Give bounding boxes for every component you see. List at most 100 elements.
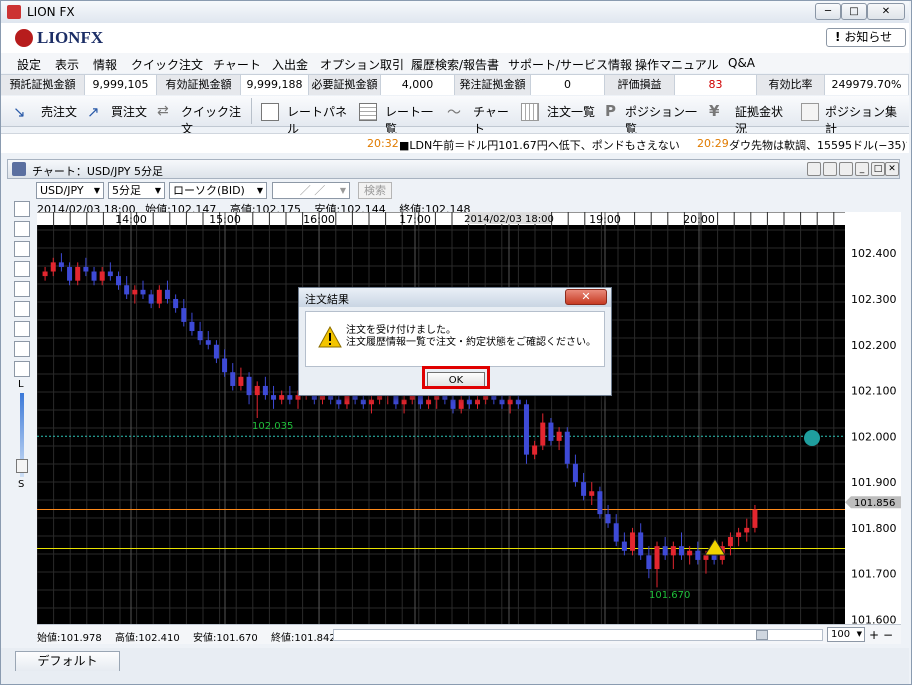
candle: [271, 395, 277, 400]
zoom-select[interactable]: 100 ▼: [827, 627, 865, 642]
candle: [132, 289, 138, 295]
print-icon[interactable]: [14, 341, 30, 357]
position-list-button[interactable]: P ポジション一覧: [601, 98, 701, 136]
buy-order-button[interactable]: ↗ 買注文: [83, 98, 153, 124]
quick-order-button[interactable]: ⇄ クイック注文: [153, 98, 245, 136]
candle: [621, 541, 627, 551]
pnl-value: 83: [675, 75, 757, 95]
dialog-close-button[interactable]: ✕: [565, 289, 607, 305]
buy-order-label: 買注文: [111, 105, 148, 119]
order-list-button[interactable]: 注文一覧: [519, 98, 595, 124]
pen-tool-icon[interactable]: [14, 221, 30, 237]
notice-button[interactable]: ! お知らせ: [826, 28, 906, 47]
candle: [597, 491, 603, 515]
chart-button[interactable]: 〜 チャート: [445, 98, 515, 136]
maximize-icon[interactable]: □: [871, 162, 885, 176]
candle: [58, 262, 64, 267]
x-tick-label: 17:00: [399, 213, 431, 226]
position-summary-button[interactable]: ポジション集計: [799, 98, 907, 136]
news-time: 20:32: [367, 137, 399, 150]
menu-qa[interactable]: Q&A: [728, 56, 755, 70]
indicator-tool-icon[interactable]: [14, 261, 30, 277]
candle: [605, 514, 611, 524]
pnl-label: 評価損益: [605, 75, 675, 95]
menu-bar: 設定 表示 情報 クイック注文 チャート 入出金 オプション取引 履歴検索/報告…: [1, 53, 909, 73]
candle: [581, 482, 587, 496]
rate-list-button[interactable]: レート一覧: [355, 98, 439, 136]
menu-support[interactable]: サポート/サービス情報: [508, 56, 632, 73]
horizontal-scrollbar[interactable]: [333, 629, 823, 641]
margin-status-label: 証拠金状況: [735, 105, 784, 136]
zoom-out-icon[interactable]: −: [883, 628, 893, 642]
window-tool-icon[interactable]: [14, 321, 30, 337]
menu-options[interactable]: オプション取引: [320, 56, 404, 73]
scroll-thumb[interactable]: [756, 630, 768, 640]
menu-view[interactable]: 表示: [55, 56, 79, 73]
crosshair-label: 2014/02/03 18:00: [464, 214, 554, 225]
menu-quick-order[interactable]: クイック注文: [131, 56, 203, 73]
pair-select[interactable]: USD/JPY ▼: [36, 182, 104, 199]
rate-panel-button[interactable]: レートパネル: [257, 98, 351, 136]
toolbar: ↘ 売注文 ↗ 買注文 ⇄ クイック注文 レートパネル レート一覧 〜 チャート…: [1, 96, 909, 136]
candle: [107, 271, 113, 277]
chart-label: チャート: [473, 105, 509, 136]
zoom-slider-handle[interactable]: [16, 459, 28, 473]
minimize-button[interactable]: ─: [815, 3, 841, 20]
buy-arrow-icon: ↗: [87, 103, 100, 121]
position-list-label: ポジション一覧: [625, 105, 698, 136]
close-icon[interactable]: ✕: [885, 162, 899, 176]
candle: [344, 395, 350, 405]
sell-order-button[interactable]: ↘ 売注文: [7, 98, 81, 124]
dialog-titlebar: 注文結果 ✕: [299, 288, 611, 307]
bottom-low: 安値:101.670: [193, 633, 258, 644]
menu-info[interactable]: 情報: [93, 56, 117, 73]
date-input[interactable]: ／ ／ ▼: [272, 182, 350, 199]
timeframe-select[interactable]: 5分足 ▼: [108, 182, 165, 199]
candle: [613, 523, 619, 542]
order-margin-value: 0: [531, 75, 605, 95]
menu-history[interactable]: 履歴検索/報告書: [411, 56, 499, 73]
candle: [450, 399, 456, 409]
search-button[interactable]: 検索: [358, 182, 392, 199]
chart-window-title: チャート：USD/JPY 5分足: [32, 165, 163, 178]
news-ticker[interactable]: 20:32 ■LDN午前＝ドル円101.67円へ低下、ポンドもさえない 20:2…: [1, 133, 909, 153]
menu-settings[interactable]: 設定: [17, 56, 41, 73]
menu-chart[interactable]: チャート: [213, 56, 261, 73]
candle: [197, 331, 203, 341]
candle: [556, 431, 562, 441]
y-tick-label: 101.700: [851, 568, 897, 581]
refresh-icon[interactable]: [807, 162, 821, 176]
minimize-icon[interactable]: _: [855, 162, 869, 176]
pin-icon[interactable]: [839, 162, 853, 176]
copy-icon[interactable]: [14, 361, 30, 377]
chart-icon: 〜: [447, 105, 461, 121]
candle: [662, 546, 668, 556]
news-time: 20:29: [697, 137, 729, 150]
maximize-button[interactable]: □: [841, 3, 867, 20]
trendline-tool-icon[interactable]: [14, 241, 30, 257]
news-headline[interactable]: ■LDN午前＝ドル円101.67円へ低下、ポンドもさえない: [399, 137, 680, 153]
candle: [164, 289, 170, 299]
bar-tool-icon[interactable]: [14, 281, 30, 297]
menu-deposit[interactable]: 入出金: [272, 56, 308, 73]
rate-panel-icon: [261, 103, 279, 121]
candle: [515, 399, 521, 405]
layer-tool-icon[interactable]: [14, 301, 30, 317]
deposit-value: 9,999,105: [85, 75, 157, 95]
brand-logo: LIONFX: [37, 28, 104, 47]
margin-status-button[interactable]: ¥ 証拠金状況: [707, 98, 793, 136]
tab-default[interactable]: デフォルト: [15, 651, 120, 671]
settings-icon[interactable]: [823, 162, 837, 176]
zoom-in-icon[interactable]: +: [869, 628, 879, 642]
candle: [499, 399, 505, 405]
time-axis-band: [37, 212, 845, 225]
candle: [523, 404, 529, 455]
x-tick-label: 16:00: [303, 213, 335, 226]
candlestick-chart[interactable]: 14:0015:0016:0017:0018:0019:0020:002014/…: [37, 212, 845, 624]
news-headline[interactable]: ダウ先物は軟調、15595ドル(−35)で推: [729, 137, 907, 153]
close-window-button[interactable]: ✕: [867, 3, 905, 20]
slider-bottom-label: S: [18, 479, 25, 490]
menu-manual[interactable]: 操作マニュアル: [635, 56, 719, 73]
chart-type-select[interactable]: ローソク(BID) ▼: [169, 182, 267, 199]
cursor-tool-icon[interactable]: [14, 201, 30, 217]
